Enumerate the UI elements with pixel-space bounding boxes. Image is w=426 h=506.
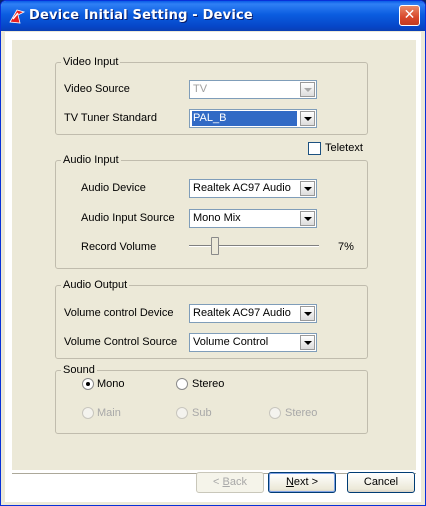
volume-control-device-label: Volume control Device: [64, 307, 174, 319]
close-button[interactable]: ✕: [399, 5, 420, 26]
record-volume-label: Record Volume: [81, 241, 157, 253]
audio-output-group: Audio Output Volume control Device Realt…: [55, 278, 368, 359]
volume-control-source-value: Volume Control: [193, 336, 269, 348]
back-rest: ack: [229, 476, 247, 488]
teletext-label[interactable]: Teletext: [325, 141, 363, 155]
next-rest: ext >: [293, 476, 319, 488]
dialog-window: Device Initial Setting - Device ✕ Video …: [0, 0, 426, 506]
next-button[interactable]: Next >: [268, 472, 336, 493]
stereo-alt-label[interactable]: Stereo: [285, 406, 317, 420]
audio-device-label: Audio Device: [81, 182, 146, 194]
record-volume-slider[interactable]: [189, 235, 319, 257]
sub-radio[interactable]: [176, 407, 188, 419]
slider-thumb[interactable]: [210, 237, 219, 255]
video-input-group: Video Input Video Source TV TV Tuner Sta…: [55, 55, 368, 135]
volume-control-device-select[interactable]: Realtek AC97 Audio: [189, 304, 317, 323]
sound-title: Sound: [61, 363, 97, 377]
teletext-checkbox[interactable]: [308, 142, 321, 155]
tv-tuner-value: PAL_B: [192, 111, 297, 126]
chevron-down-icon[interactable]: [300, 335, 315, 350]
chevron-down-icon[interactable]: [300, 306, 315, 321]
back-prefix: <: [213, 476, 223, 488]
cancel-button[interactable]: Cancel: [347, 472, 415, 493]
chevron-down-icon[interactable]: [300, 181, 315, 196]
video-source-select[interactable]: TV: [189, 80, 317, 99]
next-accesskey: N: [285, 476, 294, 488]
tv-tuner-select[interactable]: PAL_B: [189, 109, 317, 128]
title-bar[interactable]: Device Initial Setting - Device ✕: [1, 1, 425, 31]
window-title: Device Initial Setting - Device: [29, 8, 253, 23]
chevron-down-icon[interactable]: [300, 111, 315, 126]
stereo-label[interactable]: Stereo: [192, 377, 224, 391]
volume-control-device-value: Realtek AC97 Audio: [193, 307, 291, 319]
sound-group: Sound Mono Stereo Main Sub Stereo: [55, 363, 368, 434]
stereo-alt-radio[interactable]: [269, 407, 281, 419]
audio-input-source-label: Audio Input Source: [81, 212, 175, 224]
audio-input-source-value: Mono Mix: [193, 212, 241, 224]
audio-input-title: Audio Input: [61, 153, 121, 167]
chevron-down-icon[interactable]: [300, 211, 315, 226]
chevron-down-icon[interactable]: [300, 82, 315, 97]
sub-label[interactable]: Sub: [192, 406, 212, 420]
app-icon: [9, 9, 26, 24]
audio-output-title: Audio Output: [61, 278, 130, 292]
audio-input-group: Audio Input Audio Device Realtek AC97 Au…: [55, 153, 368, 269]
audio-input-source-select[interactable]: Mono Mix: [189, 209, 317, 228]
dialog-client: Video Input Video Source TV TV Tuner Sta…: [5, 32, 421, 502]
stereo-radio[interactable]: [176, 378, 188, 390]
back-accesskey: B: [222, 476, 230, 488]
tv-tuner-label: TV Tuner Standard: [64, 112, 157, 124]
audio-device-value: Realtek AC97 Audio: [193, 182, 291, 194]
volume-control-source-label: Volume Control Source: [64, 336, 178, 348]
settings-panel: Video Input Video Source TV TV Tuner Sta…: [12, 40, 416, 470]
video-input-title: Video Input: [61, 55, 121, 69]
audio-device-select[interactable]: Realtek AC97 Audio: [189, 179, 317, 198]
radio-dot: [86, 382, 90, 386]
slider-track: [189, 245, 319, 247]
video-source-value: TV: [193, 83, 208, 95]
back-button[interactable]: < Back: [196, 472, 264, 493]
mono-label[interactable]: Mono: [97, 377, 125, 391]
volume-control-source-select[interactable]: Volume Control: [189, 333, 317, 352]
main-radio[interactable]: [82, 407, 94, 419]
close-icon: ✕: [403, 7, 416, 23]
record-volume-value: 7%: [338, 241, 354, 253]
mono-radio[interactable]: [82, 378, 94, 390]
video-source-label: Video Source: [64, 83, 130, 95]
main-label[interactable]: Main: [97, 406, 121, 420]
